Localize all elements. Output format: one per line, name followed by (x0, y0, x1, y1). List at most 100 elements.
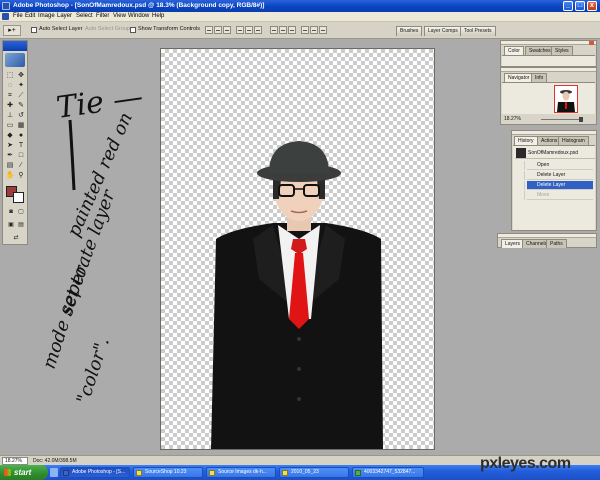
menu-filter[interactable]: Filter (96, 13, 109, 19)
navigator-view-box[interactable] (554, 85, 578, 113)
minimize-button[interactable]: _ (563, 1, 573, 11)
tab-color[interactable]: Color (504, 46, 524, 55)
task-image-file[interactable]: 4003342747_532847... (352, 467, 424, 478)
palette-well-brushes[interactable]: Brushes (396, 26, 423, 36)
palette-close-icon[interactable] (589, 41, 594, 45)
doc-size-readout[interactable]: Doc: 42.0M/398.5M (33, 458, 77, 464)
tab-navigator[interactable]: Navigator (504, 73, 534, 82)
distribute-left-icon[interactable] (301, 26, 309, 34)
brush-icon[interactable]: ✎ (16, 101, 26, 110)
task-source-images[interactable]: Source Images dk-h... (206, 467, 276, 478)
history-snapshot[interactable]: SonOfMamredoux.psd (515, 147, 595, 159)
gradient-icon[interactable]: ▦ (16, 121, 26, 130)
background-color-swatch[interactable] (13, 192, 24, 203)
standard-mode-icon[interactable]: ▢ (16, 208, 26, 217)
start-button[interactable]: start (0, 465, 48, 480)
pen-icon[interactable]: ✒ (5, 151, 15, 160)
align-hcenter-icon[interactable] (245, 26, 253, 34)
maximize-button[interactable]: □ (575, 1, 585, 11)
blur-icon[interactable]: ◆ (5, 131, 15, 140)
document-canvas[interactable] (160, 48, 435, 450)
navigator-zoom-slider[interactable] (541, 119, 581, 120)
color-palette: Color Swatches Styles (500, 40, 597, 67)
tab-layers[interactable]: Layers (501, 239, 525, 248)
history-state-row[interactable]: Delete Layer (527, 171, 593, 180)
history-brush-icon[interactable]: ↺ (16, 111, 26, 120)
crop-icon[interactable]: ⌗ (5, 91, 15, 100)
task-2010-05-23[interactable]: 2010_05_23 (279, 467, 349, 478)
tool-preset-picker[interactable]: ▸+ (3, 25, 21, 36)
distribute-vcenter-icon[interactable] (279, 26, 287, 34)
show-transform-controls-checkbox[interactable] (130, 27, 136, 33)
dodge-icon[interactable]: ● (16, 131, 26, 140)
marquee-icon[interactable]: ⬚ (5, 71, 15, 80)
history-state-row[interactable]: Open (527, 161, 593, 170)
auto-select-layer-checkbox[interactable] (31, 27, 37, 33)
healing-brush-icon[interactable]: ✚ (5, 101, 15, 110)
align-right-icon[interactable] (254, 26, 262, 34)
task-sourceshop[interactable]: SourceShop 10.23 (133, 467, 203, 478)
task-photoshop[interactable]: Adobe Photoshop - [S... (60, 467, 130, 478)
menu-view[interactable]: View (113, 13, 126, 19)
hand-icon[interactable]: ✋ (5, 171, 15, 180)
move-icon[interactable]: ✥ (16, 71, 26, 80)
history-brush-source-box[interactable] (515, 161, 525, 170)
distribute-right-icon[interactable] (319, 26, 327, 34)
palette-well-layer-comps[interactable]: Layer Comps (424, 26, 462, 36)
history-brush-source-box[interactable] (515, 171, 525, 180)
tab-histogram[interactable]: Histogram (558, 136, 589, 145)
menu-window[interactable]: Window (128, 13, 149, 19)
align-bottom-icon[interactable] (223, 26, 231, 34)
history-state-row[interactable]: Move (527, 191, 593, 200)
quick-mask-icon[interactable]: ◙ (6, 208, 16, 217)
magic-wand-icon[interactable]: ✦ (16, 81, 26, 90)
palette-header[interactable] (501, 68, 596, 72)
adobe-online-icon[interactable] (5, 53, 25, 67)
menu-image[interactable]: Image (38, 13, 55, 19)
distribute-hcenter-icon[interactable] (310, 26, 318, 34)
history-brush-source-box[interactable] (515, 181, 525, 190)
menu-select[interactable]: Select (76, 13, 93, 19)
type-icon[interactable]: T (16, 141, 26, 150)
tab-info[interactable]: Info (531, 73, 548, 82)
palette-header[interactable] (501, 41, 596, 45)
tab-paths[interactable]: Paths (546, 239, 567, 248)
palette-header[interactable] (512, 131, 596, 135)
close-button[interactable]: x (587, 1, 597, 11)
align-vcenter-icon[interactable] (214, 26, 222, 34)
align-top-icon[interactable] (205, 26, 213, 34)
menu-help[interactable]: Help (152, 13, 164, 19)
quick-launch-icon[interactable] (50, 468, 58, 477)
distribute-bottom-icon[interactable] (288, 26, 296, 34)
full-screen-icon[interactable]: ▤ (16, 221, 26, 230)
notes-icon[interactable]: ▤ (5, 161, 15, 170)
clone-stamp-icon[interactable]: ⊥ (5, 111, 15, 120)
eraser-icon[interactable]: ▭ (5, 121, 15, 130)
eyedropper-icon[interactable]: ⁄ (16, 161, 26, 170)
photoshop-menu-icon[interactable] (2, 13, 9, 20)
history-brush-source-box[interactable] (515, 191, 525, 200)
path-selection-icon[interactable]: ➤ (5, 141, 15, 150)
shape-icon[interactable]: □ (16, 151, 26, 160)
navigator-zoom-handle[interactable] (579, 117, 583, 122)
toolbox-header[interactable] (3, 41, 27, 51)
history-state-row[interactable]: Delete Layer (527, 181, 593, 190)
navigator-zoom-readout[interactable]: 18.27% (504, 116, 521, 122)
menu-file[interactable]: File (13, 13, 23, 19)
palette-well-tool-presets[interactable]: Tool Presets (460, 26, 496, 36)
palette-header[interactable] (498, 234, 596, 238)
window-title-bar[interactable]: Adobe Photoshop - [SonOfMamredoux.psd @ … (0, 0, 600, 12)
tab-history[interactable]: History (514, 136, 538, 145)
menu-layer[interactable]: Layer (57, 13, 72, 19)
tab-styles[interactable]: Styles (551, 46, 573, 55)
jump-to-imageready-icon[interactable]: ⇄ (11, 234, 21, 243)
lasso-icon[interactable]: ◌ (5, 81, 15, 90)
options-bar: ▸+ Auto Select Layer Auto Select Groups … (0, 22, 600, 39)
align-left-icon[interactable] (236, 26, 244, 34)
screen-mode-icon[interactable]: ▣ (6, 221, 16, 230)
menu-edit[interactable]: Edit (25, 13, 35, 19)
zoom-icon[interactable]: ⚲ (16, 171, 26, 180)
slice-icon[interactable]: ⟋ (16, 91, 26, 100)
distribute-top-icon[interactable] (270, 26, 278, 34)
zoom-field[interactable]: 18.27% (2, 457, 28, 465)
